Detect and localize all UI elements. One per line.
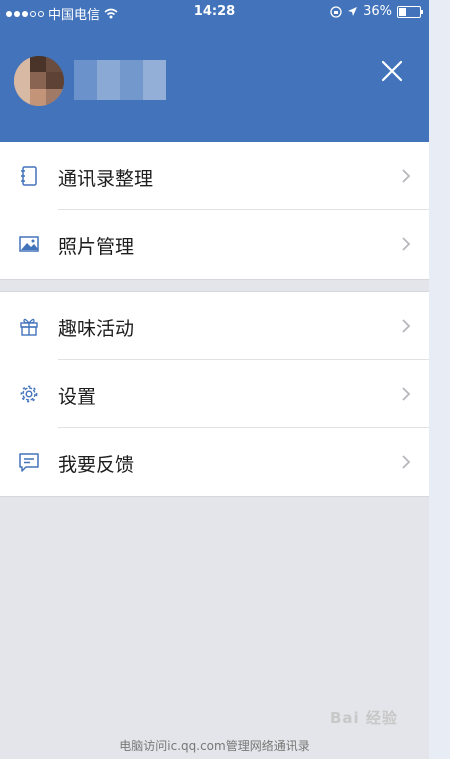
status-bar: 中国电信 14:28 36% (0, 0, 429, 24)
rotation-lock-icon (330, 5, 342, 18)
phone-screen: 中国电信 14:28 36% 通讯录整理 照片管理 趣味活动 设置 我要反馈 B… (0, 0, 429, 759)
menu-item-label: 设置 (58, 386, 97, 408)
menu-item-settings[interactable]: 设置 (0, 360, 429, 428)
menu-item-label: 趣味活动 (58, 318, 135, 340)
menu-group-tools: 通讯录整理 照片管理 (0, 142, 429, 280)
menu-group-more: 趣味活动 设置 我要反馈 (0, 291, 429, 497)
location-icon (348, 7, 358, 16)
menu-item-label: 通讯录整理 (58, 168, 154, 190)
chevron-right-icon (402, 169, 411, 183)
message-icon (19, 453, 39, 472)
chevron-right-icon (402, 237, 411, 251)
menu-item-fun-activities[interactable]: 趣味活动 (0, 292, 429, 360)
menu-item-photo-management[interactable]: 照片管理 (0, 210, 429, 278)
menu-item-label: 照片管理 (58, 236, 135, 258)
profile-header: 中国电信 14:28 36% (0, 0, 429, 142)
avatar[interactable] (14, 56, 64, 106)
photo-icon (19, 236, 39, 252)
close-icon (381, 60, 403, 82)
status-right: 36% (330, 4, 423, 19)
close-button[interactable] (379, 58, 405, 84)
address-book-icon (21, 166, 37, 186)
battery-icon (397, 5, 423, 18)
gear-icon (20, 385, 38, 403)
chevron-right-icon (402, 455, 411, 469)
chevron-right-icon (402, 387, 411, 401)
chevron-right-icon (402, 319, 411, 333)
watermark-logo: Bai 经验 (330, 709, 398, 727)
menu-item-feedback[interactable]: 我要反馈 (0, 428, 429, 496)
battery-percent: 36% (363, 4, 392, 19)
menu-item-contacts-cleanup[interactable]: 通讯录整理 (0, 142, 429, 210)
menu-item-label: 我要反馈 (58, 454, 135, 476)
gift-icon (20, 318, 38, 336)
footer-hint: 电脑访问ic.qq.com管理网络通讯录 (119, 739, 310, 753)
username-blurred (74, 60, 166, 100)
